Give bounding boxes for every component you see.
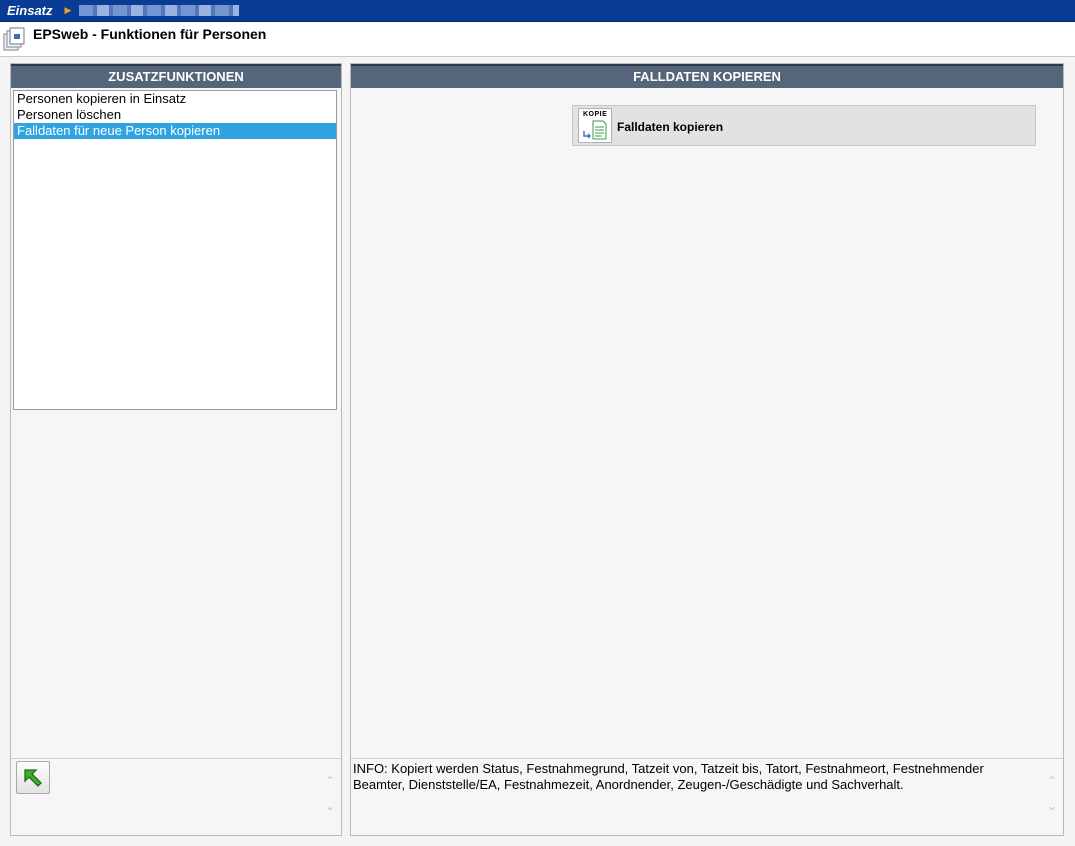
- kopie-document-icon: KOPIE: [578, 108, 612, 143]
- page-header: EPSweb - Funktionen für Personen: [0, 22, 1075, 57]
- scroll-down-icon[interactable]: ⌄: [1045, 796, 1059, 821]
- list-item-personen-loeschen[interactable]: Personen löschen: [14, 107, 336, 123]
- falldaten-kopieren-label: Falldaten kopieren: [617, 120, 724, 134]
- list-item-personen-kopieren[interactable]: Personen kopieren in Einsatz: [14, 91, 336, 107]
- left-scrollbar[interactable]: ⌃ ⌄: [323, 771, 337, 821]
- list-item-falldaten-kopieren[interactable]: Falldaten für neue Person kopieren: [14, 123, 336, 139]
- info-text: INFO: Kopiert werden Status, Festnahmegr…: [353, 761, 984, 792]
- right-scrollbar[interactable]: ⌃ ⌄: [1045, 771, 1059, 821]
- green-arrow-up-left-icon: [24, 769, 42, 787]
- app-name[interactable]: Einsatz: [7, 3, 53, 18]
- documents-icon: [3, 26, 27, 52]
- falldaten-kopieren-button[interactable]: KOPIE Falldaten kopieren: [572, 105, 1036, 146]
- page-title: EPSweb - Funktionen für Personen: [33, 26, 267, 42]
- back-button[interactable]: [16, 761, 50, 794]
- left-footer: ⌃ ⌄: [11, 758, 341, 835]
- function-listbox[interactable]: Personen kopieren in Einsatz Personen lö…: [13, 90, 337, 410]
- zusatzfunktionen-panel: ZUSATZFUNKTIONEN Personen kopieren in Ei…: [10, 63, 342, 836]
- breadcrumb-separator-icon: ▶: [64, 5, 72, 15]
- right-footer: INFO: Kopiert werden Status, Festnahmegr…: [351, 758, 1063, 835]
- falldaten-kopieren-header: FALLDATEN KOPIEREN: [351, 64, 1063, 88]
- falldaten-kopieren-panel: FALLDATEN KOPIEREN KOPIE Falldaten kopie…: [350, 63, 1064, 836]
- top-navigation-bar: Einsatz ▶: [0, 0, 1075, 22]
- scroll-down-icon[interactable]: ⌄: [323, 796, 337, 821]
- scroll-up-icon[interactable]: ⌃: [1045, 771, 1059, 796]
- zusatzfunktionen-header: ZUSATZFUNKTIONEN: [11, 64, 341, 88]
- scroll-up-icon[interactable]: ⌃: [323, 771, 337, 796]
- breadcrumb-redacted[interactable]: [79, 5, 240, 16]
